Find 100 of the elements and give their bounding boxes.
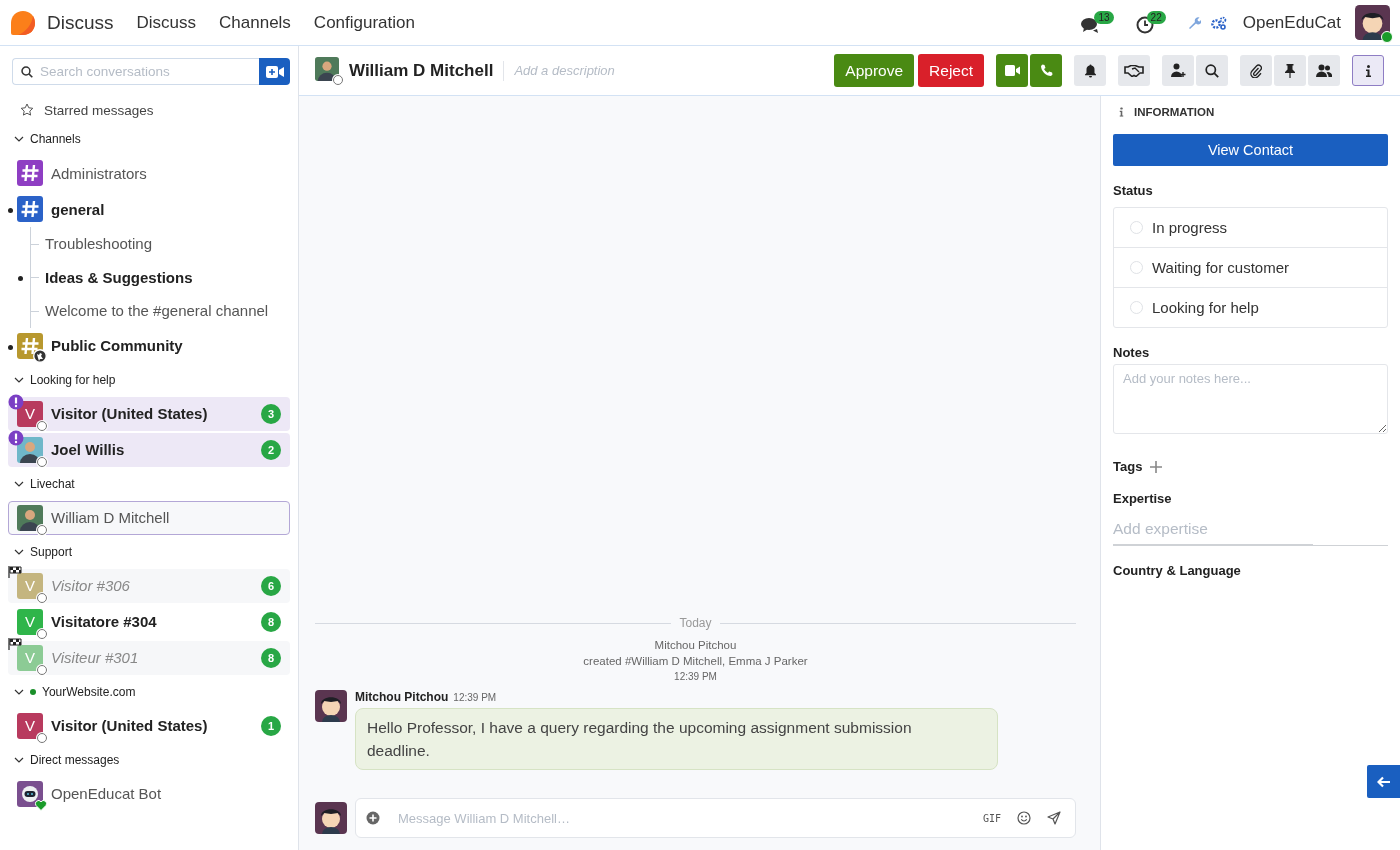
heart-icon [35, 799, 47, 811]
add-user-icon [1170, 63, 1186, 78]
user-avatar[interactable] [1355, 5, 1390, 40]
message-time: 12:39 PM [453, 692, 497, 703]
collapse-panel-button[interactable] [1367, 765, 1400, 798]
field-label: Country & Language [1113, 563, 1242, 578]
starred-messages-link[interactable]: Starred messages [8, 97, 290, 123]
status-option[interactable]: Looking for help [1114, 288, 1387, 327]
gears-icon[interactable] [1210, 15, 1227, 30]
unread-dot [18, 275, 23, 281]
handshake-icon [1124, 64, 1144, 77]
company-name[interactable]: OpenEduCat [1242, 12, 1341, 33]
conversation-name: Administrators [51, 164, 148, 182]
notification-time: 12:39 PM [674, 671, 717, 682]
conversation-item[interactable]: Administrators [8, 156, 290, 190]
avatar: V [17, 608, 43, 635]
messages-button[interactable]: 13 [1081, 11, 1114, 34]
category-header[interactable]: Direct messages [8, 743, 290, 776]
plus-circle-icon[interactable] [366, 811, 380, 825]
category-header[interactable]: Support [8, 535, 290, 568]
menu-item[interactable]: Channels [219, 12, 291, 33]
conversation-name: Visitor #306 [51, 577, 131, 594]
arrow-left-icon [1376, 775, 1391, 788]
category-title: Support [30, 544, 73, 559]
menu-item[interactable]: Configuration [313, 12, 415, 33]
notification-author: Mitchou Pitchou [654, 639, 737, 651]
phone-icon [1039, 64, 1053, 77]
avatar [315, 802, 347, 834]
status-option[interactable]: In progress [1114, 208, 1387, 248]
search-field[interactable]: Search conversations [12, 58, 259, 85]
online-status-icon [1381, 31, 1393, 43]
info-icon [1119, 107, 1124, 117]
status-icon [37, 524, 47, 535]
checkered-flag-icon [8, 565, 22, 578]
start-meeting-button[interactable] [259, 58, 290, 85]
info-icon [1365, 64, 1371, 77]
app-title: Discuss [47, 11, 114, 34]
pinned-button[interactable] [1274, 55, 1306, 86]
approve-button[interactable]: Approve [834, 54, 915, 87]
add-user-button[interactable] [1162, 55, 1194, 86]
conversation-item[interactable]: OpenEducat Bot [8, 776, 290, 811]
attachments-button[interactable] [1240, 55, 1272, 86]
notes-field[interactable]: Add your notes here... [1113, 364, 1388, 434]
search-button[interactable] [1196, 55, 1228, 86]
category-header[interactable]: YourWebsite.com [8, 675, 290, 708]
conversation-name: Visitatore #304 [51, 613, 158, 630]
conversation-item[interactable]: William D Mitchell [8, 500, 290, 535]
status-icon [37, 628, 47, 639]
camera-icon [1004, 65, 1020, 76]
message-bubble: Hello Professor, I have a query regarding the upcoming assignment submission deadline. [355, 708, 998, 770]
phone-call-button[interactable] [1030, 54, 1062, 87]
category-title: YourWebsite.com [42, 684, 136, 699]
conversation-item[interactable]: V Visitor (United States) 1 [8, 708, 290, 743]
emoji-icon[interactable] [1017, 811, 1031, 825]
alert-icon [8, 393, 24, 410]
conversation-item[interactable]: Public Community [8, 328, 290, 363]
notification-text: created #William D Mitchell, Emma J Parker [583, 655, 808, 667]
avatar: V [17, 572, 43, 599]
unread-dot [8, 208, 13, 213]
avatar: V [17, 400, 43, 427]
checkered-flag-icon [8, 637, 22, 650]
gif-button[interactable]: GIF [982, 812, 1001, 824]
category-header[interactable]: Looking for help [8, 363, 290, 396]
unread-count-badge: 8 [261, 611, 281, 632]
avatar [1355, 5, 1390, 40]
add-icon[interactable] [1150, 460, 1163, 473]
menu-item[interactable]: Discuss [136, 12, 197, 33]
reject-button[interactable]: Reject [918, 54, 984, 87]
send-icon[interactable] [1047, 811, 1061, 825]
sub-channel-item[interactable]: Troubleshooting [30, 227, 290, 261]
conversation-item[interactable]: general [8, 192, 290, 226]
unread-dot [8, 344, 13, 350]
sub-channel-name: Ideas & Suggestions [45, 268, 193, 286]
sub-channel-item[interactable]: Welcome to the #general channel [30, 294, 290, 328]
unread-count-badge: 2 [261, 439, 281, 460]
pin-icon [1285, 63, 1295, 78]
sub-channel-item[interactable]: Ideas & Suggestions [30, 260, 290, 294]
status-icon [37, 456, 47, 467]
video-call-button[interactable] [996, 54, 1028, 87]
status-icon [37, 420, 47, 431]
view-contact-button[interactable]: View Contact [1113, 134, 1388, 166]
members-button[interactable] [1308, 55, 1340, 86]
status-option[interactable]: Waiting for customer [1114, 248, 1387, 288]
message-composer[interactable]: Message William D Mitchell… GIF [355, 798, 1076, 838]
alert-icon [8, 429, 24, 446]
activity-button[interactable]: 22 [1135, 11, 1166, 34]
conversation-name: Public Community [51, 337, 184, 354]
category-header[interactable]: Livechat [8, 467, 290, 500]
conversation-item[interactable]: Joel Willis 2 [8, 432, 290, 467]
conversation-item[interactable]: V Visitatore #304 8 [8, 604, 290, 639]
conversation-title: William D Mitchell [349, 60, 505, 81]
conversation-item[interactable]: V Visitor (United States) 3 [8, 396, 290, 431]
category-title: Looking for help [30, 372, 116, 387]
info-button[interactable] [1352, 55, 1384, 86]
status-icon [333, 74, 343, 85]
handshake-button[interactable] [1118, 55, 1150, 86]
avatar: V [17, 712, 43, 739]
conversation-name: Joel Willis [51, 441, 126, 458]
notifications-button[interactable] [1074, 55, 1106, 86]
category-header[interactable]: Channels [8, 123, 290, 155]
